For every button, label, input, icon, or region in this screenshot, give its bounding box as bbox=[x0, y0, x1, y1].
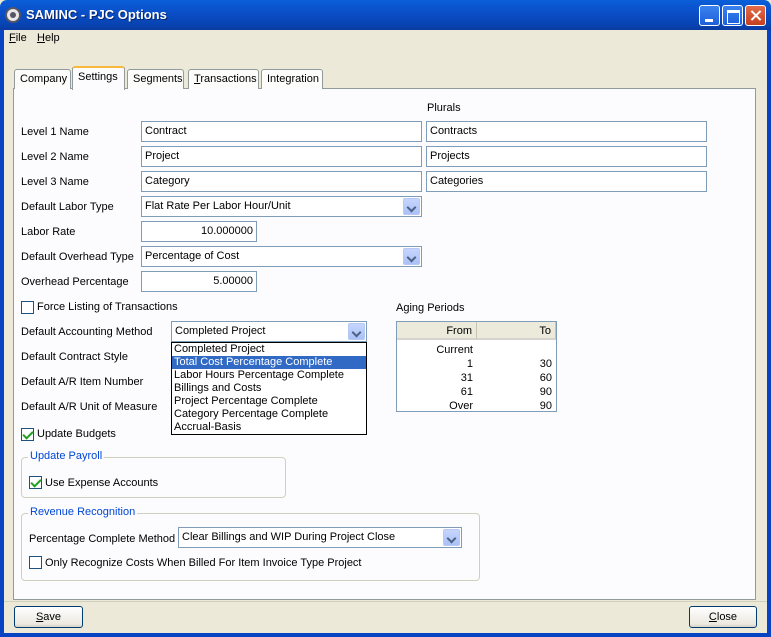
bottom-separator bbox=[4, 601, 767, 602]
dropdown-option[interactable]: Completed Project bbox=[172, 343, 366, 356]
only-recognize-costs-checkbox[interactable] bbox=[29, 556, 42, 569]
pct-complete-method-select[interactable]: Clear Billings and WIP During Project Cl… bbox=[178, 527, 462, 548]
level2-label: Level 2 Name bbox=[21, 151, 89, 163]
use-expense-accounts-label: Use Expense Accounts bbox=[45, 477, 159, 489]
only-recognize-costs-label: Only Recognize Costs When Billed For Ite… bbox=[45, 557, 362, 569]
accounting-method-dropdown: Completed Project Total Cost Percentage … bbox=[171, 342, 367, 435]
pct-complete-method-label: Percentage Complete Method bbox=[29, 533, 176, 545]
accounting-method-select[interactable]: Completed Project bbox=[171, 321, 367, 342]
accounting-method-label: Default Accounting Method bbox=[21, 326, 153, 338]
aging-to-cell[interactable]: 90 bbox=[477, 385, 556, 399]
level1-plural-input[interactable]: Contracts bbox=[426, 121, 707, 142]
aging-from-cell[interactable]: Over bbox=[397, 399, 477, 413]
use-expense-accounts-checkbox[interactable] bbox=[29, 476, 42, 489]
window-frame-bottom bbox=[0, 633, 771, 637]
dropdown-option[interactable]: Category Percentage Complete bbox=[172, 408, 366, 421]
window-frame-left bbox=[0, 30, 4, 637]
tab-settings[interactable]: Settings bbox=[72, 66, 125, 90]
force-listing-label: Force Listing of Transactions bbox=[37, 301, 178, 313]
force-listing-checkbox[interactable] bbox=[21, 301, 34, 314]
aging-periods-table: From To Current 1 30 31 60 61 90 Over 90 bbox=[396, 321, 557, 412]
maximize-button[interactable] bbox=[722, 5, 743, 26]
pct-complete-method-value: Clear Billings and WIP During Project Cl… bbox=[182, 531, 396, 543]
aging-to-cell[interactable]: 30 bbox=[477, 357, 556, 371]
labor-rate-label: Labor Rate bbox=[21, 226, 76, 238]
update-payroll-title: Update Payroll bbox=[28, 450, 105, 462]
overhead-type-label: Default Overhead Type bbox=[21, 251, 134, 263]
window-frame-right bbox=[767, 30, 771, 637]
save-button[interactable]: Save bbox=[14, 606, 83, 628]
labor-rate-input[interactable]: 10.000000 bbox=[141, 221, 257, 242]
menu-bar bbox=[4, 30, 767, 48]
close-window-button[interactable] bbox=[745, 5, 766, 26]
level1-label: Level 1 Name bbox=[21, 126, 89, 138]
level1-name-input[interactable]: Contract bbox=[141, 121, 422, 142]
level3-plural-input[interactable]: Categories bbox=[426, 171, 707, 192]
dropdown-option-selected[interactable]: Total Cost Percentage Complete bbox=[172, 356, 366, 369]
aging-col-from: From bbox=[397, 322, 477, 340]
aging-col-to: To bbox=[477, 322, 556, 340]
update-budgets-label: Update Budgets bbox=[37, 428, 116, 440]
aging-to-cell[interactable] bbox=[477, 343, 556, 357]
aging-from-cell[interactable]: 61 bbox=[397, 385, 477, 399]
aging-from-cell[interactable]: 1 bbox=[397, 357, 477, 371]
tab-transactions[interactable]: Transactions bbox=[188, 69, 259, 89]
menu-file[interactable]: File bbox=[9, 32, 27, 44]
menu-help[interactable]: Help bbox=[37, 32, 60, 44]
accounting-method-value: Completed Project bbox=[175, 325, 266, 337]
window-title: SAMINC - PJC Options bbox=[26, 7, 167, 22]
minimize-button[interactable] bbox=[699, 5, 720, 26]
level2-name-input[interactable]: Project bbox=[141, 146, 422, 167]
dropdown-option[interactable]: Project Percentage Complete bbox=[172, 395, 366, 408]
level3-name-input[interactable]: Category bbox=[141, 171, 422, 192]
ar-item-label: Default A/R Item Number bbox=[21, 376, 144, 388]
contract-style-label: Default Contract Style bbox=[21, 351, 128, 363]
dropdown-option[interactable]: Accrual-Basis bbox=[172, 421, 366, 434]
overhead-pct-input[interactable]: 5.00000 bbox=[141, 271, 257, 292]
overhead-type-value: Percentage of Cost bbox=[145, 250, 240, 262]
close-button[interactable]: Close bbox=[689, 606, 757, 628]
tab-segments[interactable]: Segments bbox=[127, 69, 184, 89]
revenue-recognition-title: Revenue Recognition bbox=[28, 506, 138, 518]
dropdown-option[interactable]: Billings and Costs bbox=[172, 382, 366, 395]
chevron-down-icon[interactable] bbox=[403, 198, 420, 215]
app-gear-icon[interactable] bbox=[5, 7, 21, 23]
overhead-pct-label: Overhead Percentage bbox=[21, 276, 129, 288]
chevron-down-icon[interactable] bbox=[443, 529, 460, 546]
aging-periods-title: Aging Periods bbox=[396, 302, 465, 314]
labor-type-value: Flat Rate Per Labor Hour/Unit bbox=[145, 200, 291, 212]
level2-plural-input[interactable]: Projects bbox=[426, 146, 707, 167]
aging-to-cell[interactable]: 90 bbox=[477, 399, 556, 413]
aging-to-cell[interactable]: 60 bbox=[477, 371, 556, 385]
overhead-type-select[interactable]: Percentage of Cost bbox=[141, 246, 422, 267]
tab-company[interactable]: Company bbox=[14, 69, 71, 89]
aging-from-cell[interactable]: Current bbox=[397, 343, 477, 357]
dropdown-option[interactable]: Labor Hours Percentage Complete bbox=[172, 369, 366, 382]
labor-type-label: Default Labor Type bbox=[21, 201, 114, 213]
ar-uom-label: Default A/R Unit of Measure bbox=[21, 401, 158, 413]
plurals-header: Plurals bbox=[427, 102, 461, 114]
aging-from-cell[interactable]: 31 bbox=[397, 371, 477, 385]
chevron-down-icon[interactable] bbox=[348, 323, 365, 340]
chevron-down-icon[interactable] bbox=[403, 248, 420, 265]
update-budgets-checkbox[interactable] bbox=[21, 428, 34, 441]
level3-label: Level 3 Name bbox=[21, 176, 89, 188]
labor-type-select[interactable]: Flat Rate Per Labor Hour/Unit bbox=[141, 196, 422, 217]
tab-integration[interactable]: Integration bbox=[261, 69, 323, 89]
